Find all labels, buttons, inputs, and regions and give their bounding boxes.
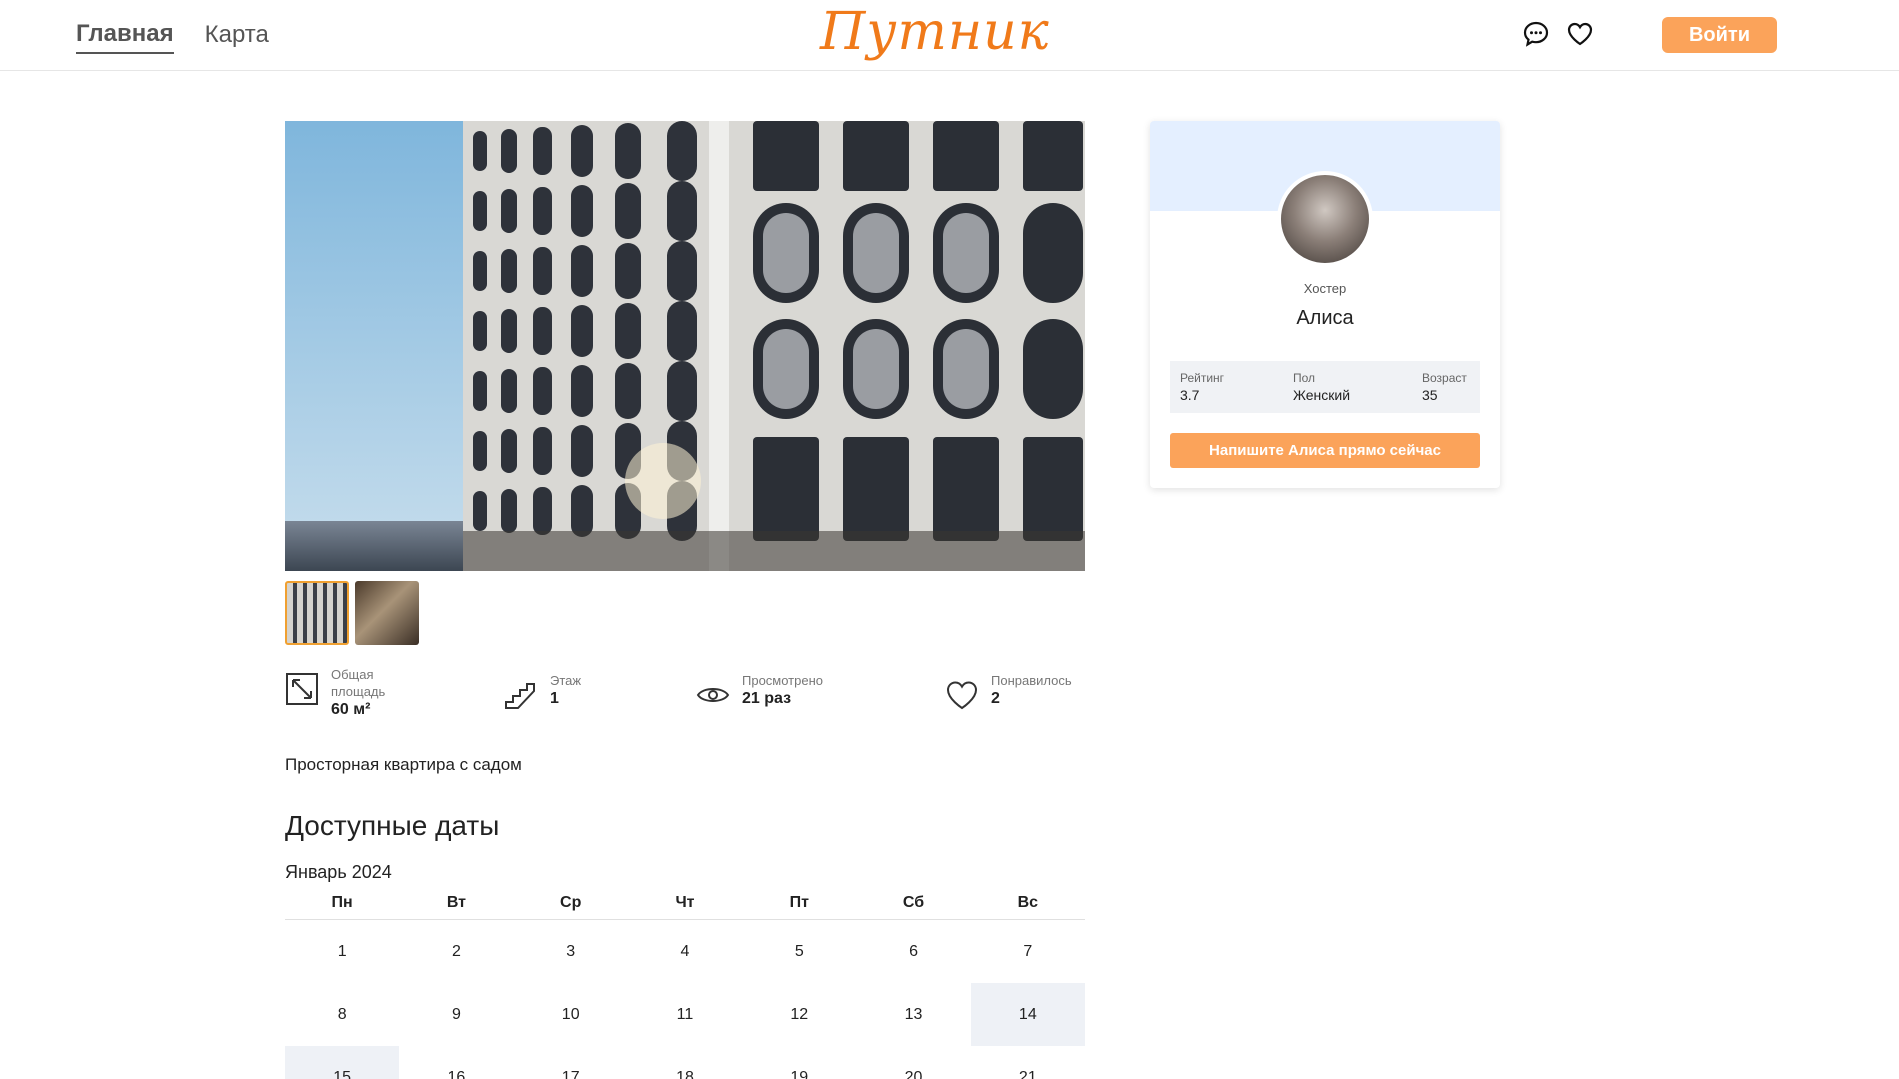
login-button[interactable]: Войти xyxy=(1662,17,1777,53)
weekday-thu: Чт xyxy=(675,894,695,911)
stat-views: Просмотрено 21 раз xyxy=(696,672,823,712)
stat-floor-value: 1 xyxy=(550,690,559,707)
host-card: Хостер Алиса Рейтинг 3.7 Пол Женский Воз… xyxy=(1150,121,1500,488)
calendar-day[interactable]: 19 xyxy=(742,1046,856,1079)
host-gender: Пол Женский xyxy=(1293,371,1350,403)
calendar-body: 1 2 3 4 5 6 7 8 9 10 11 12 13 14 15 16 17 18 19 20 21 xyxy=(285,920,1085,1079)
calendar-day[interactable]: 4 xyxy=(628,920,742,983)
calendar-day[interactable]: 20 xyxy=(856,1046,970,1079)
calendar-month: Январь 2024 xyxy=(285,862,392,882)
host-stats: Рейтинг 3.7 Пол Женский Возраст 35 xyxy=(1170,361,1480,413)
heart-icon xyxy=(946,681,978,710)
host-age-label: Возраст xyxy=(1422,371,1467,385)
calendar-day[interactable]: 10 xyxy=(514,983,628,1046)
calendar-day[interactable]: 6 xyxy=(856,920,970,983)
main-photo[interactable] xyxy=(285,121,1085,571)
calendar-day[interactable]: 18 xyxy=(628,1046,742,1079)
stat-likes-value: 2 xyxy=(991,690,1000,707)
calendar-day[interactable]: 9 xyxy=(399,983,513,1046)
stat-area-value: 60 м² xyxy=(331,701,371,718)
stat-area: Общая площадь 60 м² xyxy=(285,666,401,719)
listing-stats: Общая площадь 60 м² Этаж 1 Просмотрено 2… xyxy=(285,666,1085,726)
weekday-tue: Вт xyxy=(446,894,467,911)
calendar-day[interactable]: 2 xyxy=(399,920,513,983)
host-role: Хостер xyxy=(1303,281,1347,296)
thumbnail-2[interactable] xyxy=(355,581,419,645)
calendar-day[interactable]: 12 xyxy=(742,983,856,1046)
chat-icon[interactable] xyxy=(1522,20,1550,48)
building-illustration xyxy=(463,121,1085,571)
stat-likes: Понравилось 2 xyxy=(945,672,1072,712)
host-gender-value: Женский xyxy=(1293,387,1351,403)
stat-views-value: 21 раз xyxy=(742,690,792,707)
main-nav: Главная Карта xyxy=(76,20,269,54)
calendar-weekdays: Пн Вт Ср Чт Пт Сб Вс xyxy=(285,890,1085,920)
host-rating-value: 3.7 xyxy=(1180,387,1200,403)
stat-views-label: Просмотрено xyxy=(742,673,824,688)
calendar-day[interactable]: 5 xyxy=(742,920,856,983)
calendar-week: 8 9 10 11 12 13 14 xyxy=(285,983,1085,1046)
eye-icon xyxy=(696,688,730,702)
host-name: Алиса xyxy=(1296,307,1354,329)
calendar-day[interactable]: 8 xyxy=(285,983,399,1046)
area-icon xyxy=(286,673,318,705)
listing-description: Просторная квартира с садом xyxy=(285,755,522,774)
heart-icon[interactable] xyxy=(1566,20,1594,48)
photo-sky xyxy=(285,121,463,571)
stat-floor: Этаж 1 xyxy=(504,672,581,712)
calendar-day[interactable]: 16 xyxy=(399,1046,513,1079)
calendar-day[interactable]: 15 xyxy=(285,1046,400,1079)
photo-facade xyxy=(463,121,1085,571)
stairs-icon xyxy=(505,683,535,709)
calendar-day[interactable]: 3 xyxy=(514,920,628,983)
calendar: Пн Вт Ср Чт Пт Сб Вс 1 2 3 4 5 6 7 8 9 10 11 12 13 14… xyxy=(285,890,1085,1079)
available-dates-title: Доступные даты xyxy=(285,810,500,841)
avatar[interactable] xyxy=(1277,171,1373,267)
calendar-week: 1234567 xyxy=(285,920,1085,983)
nav-home[interactable]: Главная xyxy=(76,20,174,54)
calendar-day[interactable]: 11 xyxy=(628,983,742,1046)
calendar-day[interactable]: 21 xyxy=(971,1046,1085,1079)
weekday-fri: Пт xyxy=(789,894,809,911)
calendar-day[interactable]: 14 xyxy=(970,983,1085,1046)
photo-thumbnails xyxy=(285,581,419,645)
host-age-value: 35 xyxy=(1422,387,1438,403)
photo-city xyxy=(285,521,463,571)
host-gender-label: Пол xyxy=(1293,371,1316,385)
calendar-day[interactable]: 1 xyxy=(285,920,399,983)
nav-map[interactable]: Карта xyxy=(205,21,269,53)
weekday-sat: Сб xyxy=(902,894,925,911)
host-rating: Рейтинг 3.7 xyxy=(1180,371,1224,403)
header: Главная Карта Путник Войти xyxy=(0,0,1899,71)
thumbnail-1[interactable] xyxy=(285,581,349,645)
logo[interactable]: Путник xyxy=(820,2,1050,62)
stat-likes-label: Понравилось xyxy=(991,673,1072,688)
calendar-day[interactable]: 7 xyxy=(971,920,1085,983)
write-host-button[interactable]: Напишите Алиса прямо сейчас xyxy=(1170,433,1480,468)
weekday-mon: Пн xyxy=(331,894,353,911)
host-rating-label: Рейтинг xyxy=(1180,371,1225,385)
calendar-day[interactable]: 17 xyxy=(514,1046,628,1079)
header-icons xyxy=(1522,20,1594,48)
weekday-wed: Ср xyxy=(560,894,582,911)
stat-area-label: Общая площадь xyxy=(331,667,386,699)
calendar-day[interactable]: 13 xyxy=(856,983,970,1046)
weekday-sun: Вс xyxy=(1017,894,1039,911)
stat-floor-label: Этаж xyxy=(550,673,582,688)
host-age: Возраст 35 xyxy=(1422,371,1467,403)
calendar-week: 15 16 17 18 19 20 21 xyxy=(285,1046,1085,1079)
